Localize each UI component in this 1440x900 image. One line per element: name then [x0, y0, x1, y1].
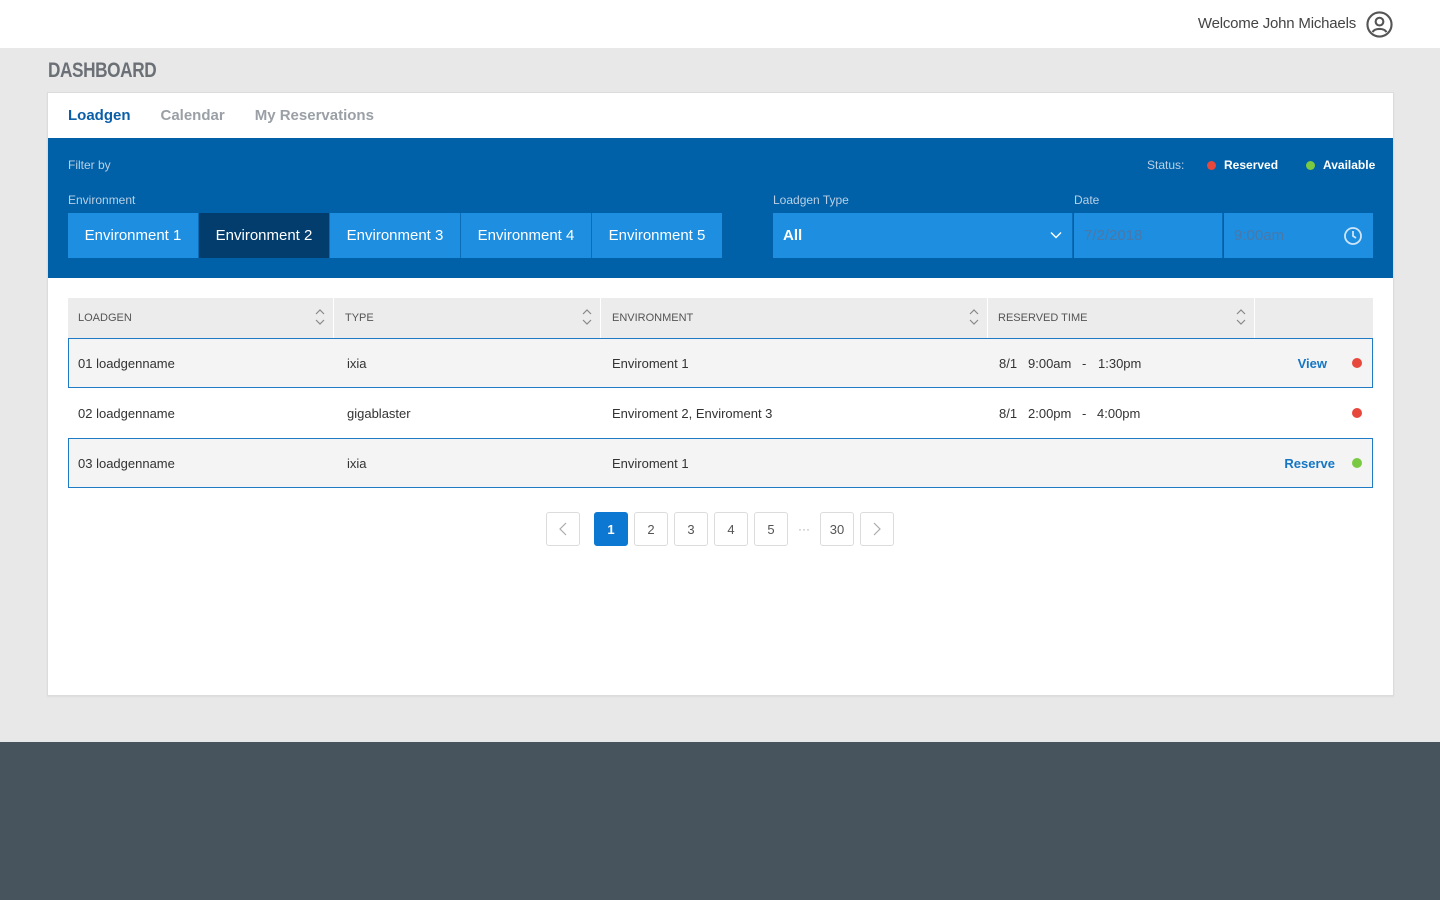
view-button[interactable]: View	[1298, 339, 1327, 387]
tab-bar: Loadgen Calendar My Reservations	[68, 107, 404, 155]
cell-type: ixia	[347, 455, 367, 471]
column-header-loadgen[interactable]: LOADGEN	[68, 298, 334, 338]
page-button[interactable]: 2	[634, 512, 668, 546]
table-row[interactable]: 03 loadgenname ixia Enviroment 1 Reserve	[68, 438, 1373, 488]
sort-icon[interactable]	[1236, 308, 1246, 326]
column-header-type[interactable]: TYPE	[335, 298, 601, 338]
sort-icon[interactable]	[582, 308, 592, 326]
table-header: LOADGEN TYPE ENVIRONMENT RESERVED TIME	[68, 298, 1373, 338]
cell-reserved-date: 8/1	[999, 405, 1018, 421]
date-label: Date	[1074, 193, 1100, 207]
dashboard-card: Loadgen Calendar My Reservations Filter …	[47, 92, 1394, 696]
page-button-last[interactable]: 30	[820, 512, 854, 546]
cell-loadgen: 01 loadgenname	[78, 355, 175, 371]
column-header-environment[interactable]: ENVIRONMENT	[602, 298, 988, 338]
tab-my-reservations[interactable]: My Reservations	[255, 107, 374, 139]
status-available-icon	[1352, 458, 1362, 468]
cell-loadgen: 02 loadgenname	[78, 405, 175, 421]
top-bar: Welcome John Michaels	[0, 0, 1440, 48]
cell-environment: Enviroment 1	[612, 455, 689, 471]
tab-loadgen[interactable]: Loadgen	[68, 107, 131, 155]
loadgen-type-select[interactable]: All	[773, 213, 1073, 258]
cell-reserved-end: 4:00pm	[1097, 405, 1141, 421]
reserve-button[interactable]: Reserve	[1284, 439, 1335, 487]
date-value: 7/2/2018	[1084, 227, 1143, 244]
cell-reserved-date: 8/1	[999, 355, 1018, 371]
available-dot-icon	[1306, 160, 1315, 170]
table-row[interactable]: 02 loadgenname gigablaster Enviroment 2,…	[68, 388, 1373, 438]
chevron-left-icon	[559, 522, 567, 536]
cell-reserved-start: 9:00am	[1028, 355, 1072, 371]
cell-type: gigablaster	[347, 405, 411, 421]
page-ellipsis: ···	[798, 522, 810, 536]
column-label: LOADGEN	[78, 312, 132, 324]
status-label: Status:	[1147, 158, 1185, 172]
chevron-down-icon	[1050, 232, 1062, 239]
page-title: DASHBOARD	[48, 59, 157, 82]
loadgen-type-label: Loadgen Type	[773, 193, 849, 207]
cell-reserved-start: 2:00pm	[1028, 405, 1072, 421]
cell-environment: Enviroment 2, Enviroment 3	[612, 405, 773, 421]
table-row[interactable]: 01 loadgenname ixia Enviroment 1 8/1 9:0…	[68, 338, 1373, 388]
next-page-button[interactable]	[860, 512, 894, 546]
column-label: RESERVED TIME	[998, 312, 1088, 324]
cell-reserved-end: 1:30pm	[1098, 355, 1142, 371]
loadgen-table: LOADGEN TYPE ENVIRONMENT RESERVED TIME 0…	[68, 298, 1373, 488]
cell-reserved-sep: -	[1082, 405, 1087, 421]
tab-calendar[interactable]: Calendar	[161, 107, 225, 139]
user-circle-icon[interactable]	[1366, 11, 1393, 38]
page-button-current[interactable]: 1	[594, 512, 628, 546]
date-input[interactable]: 7/2/2018	[1074, 213, 1223, 258]
legend-reserved: Reserved	[1207, 158, 1278, 172]
cell-type: ixia	[347, 355, 367, 371]
welcome-text: Welcome John Michaels	[1197, 15, 1356, 32]
chevron-right-icon	[873, 522, 881, 536]
env-button-3[interactable]: Environment 3	[330, 213, 461, 258]
env-button-5[interactable]: Environment 5	[592, 213, 722, 258]
legend-available: Available	[1306, 158, 1375, 172]
env-button-1[interactable]: Environment 1	[68, 213, 199, 258]
clock-icon	[1344, 227, 1362, 245]
legend-available-label: Available	[1323, 158, 1376, 172]
env-button-2[interactable]: Environment 2	[199, 213, 330, 258]
page-button[interactable]: 5	[754, 512, 788, 546]
column-header-reserved-time[interactable]: RESERVED TIME	[988, 298, 1255, 338]
column-label: TYPE	[345, 312, 374, 324]
page-button[interactable]: 3	[674, 512, 708, 546]
reserved-dot-icon	[1207, 160, 1216, 170]
prev-page-button[interactable]	[546, 512, 580, 546]
page-button[interactable]: 4	[714, 512, 748, 546]
environment-selector: Environment 1 Environment 2 Environment …	[68, 213, 722, 258]
env-button-4[interactable]: Environment 4	[461, 213, 592, 258]
status-reserved-icon	[1352, 358, 1362, 368]
cell-environment: Enviroment 1	[612, 355, 689, 371]
footer	[0, 742, 1440, 900]
time-value: 9:00am	[1234, 227, 1285, 244]
filter-panel: Filter by Status: Reserved Available Env…	[48, 138, 1393, 278]
environment-label: Environment	[68, 193, 136, 207]
pagination: 1 2 3 4 5 ··· 30	[546, 512, 900, 546]
sort-icon[interactable]	[969, 308, 979, 326]
column-label: ENVIRONMENT	[612, 312, 694, 324]
sort-icon[interactable]	[315, 308, 325, 326]
cell-reserved-sep: -	[1082, 355, 1087, 371]
legend-reserved-label: Reserved	[1224, 158, 1279, 172]
time-input[interactable]: 9:00am	[1224, 213, 1373, 258]
cell-loadgen: 03 loadgenname	[78, 455, 175, 471]
status-reserved-icon	[1352, 408, 1362, 418]
filter-by-label: Filter by	[68, 158, 111, 172]
loadgen-type-value: All	[783, 227, 803, 244]
